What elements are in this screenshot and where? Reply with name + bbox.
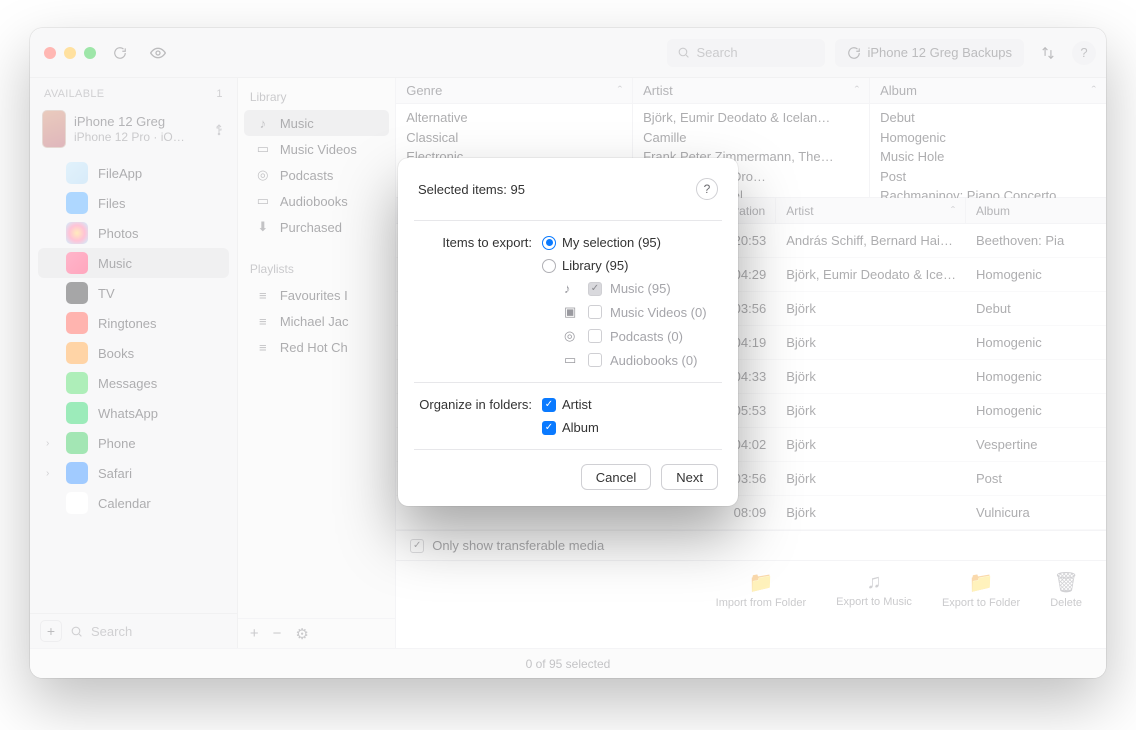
- cancel-button[interactable]: Cancel: [581, 464, 651, 490]
- radio-library[interactable]: Library (95): [542, 258, 718, 273]
- dialog-help-button[interactable]: ?: [696, 178, 718, 200]
- subtype-music[interactable]: ♪✓Music (95): [542, 281, 718, 296]
- subtype-music-videos[interactable]: ▣Music Videos (0): [542, 304, 718, 320]
- music-icon: ♪: [564, 281, 580, 296]
- checkbox-album[interactable]: ✓Album: [542, 420, 718, 435]
- subtype-podcasts[interactable]: ◎Podcasts (0): [542, 328, 718, 344]
- next-button[interactable]: Next: [661, 464, 718, 490]
- radio-my-selection[interactable]: My selection (95): [542, 235, 718, 250]
- music-video-icon: ▣: [564, 304, 580, 320]
- podcast-icon: ◎: [564, 328, 580, 344]
- subtype-audiobooks[interactable]: ▭Audiobooks (0): [542, 352, 718, 368]
- items-to-export-label: Items to export:: [418, 235, 542, 368]
- organize-in-folders-label: Organize in folders:: [418, 397, 542, 435]
- checkbox-artist[interactable]: ✓Artist: [542, 397, 718, 412]
- audiobook-icon: ▭: [564, 352, 580, 368]
- dialog-title: Selected items: 95: [418, 182, 525, 197]
- export-dialog: Selected items: 95 ? Items to export: My…: [398, 158, 738, 506]
